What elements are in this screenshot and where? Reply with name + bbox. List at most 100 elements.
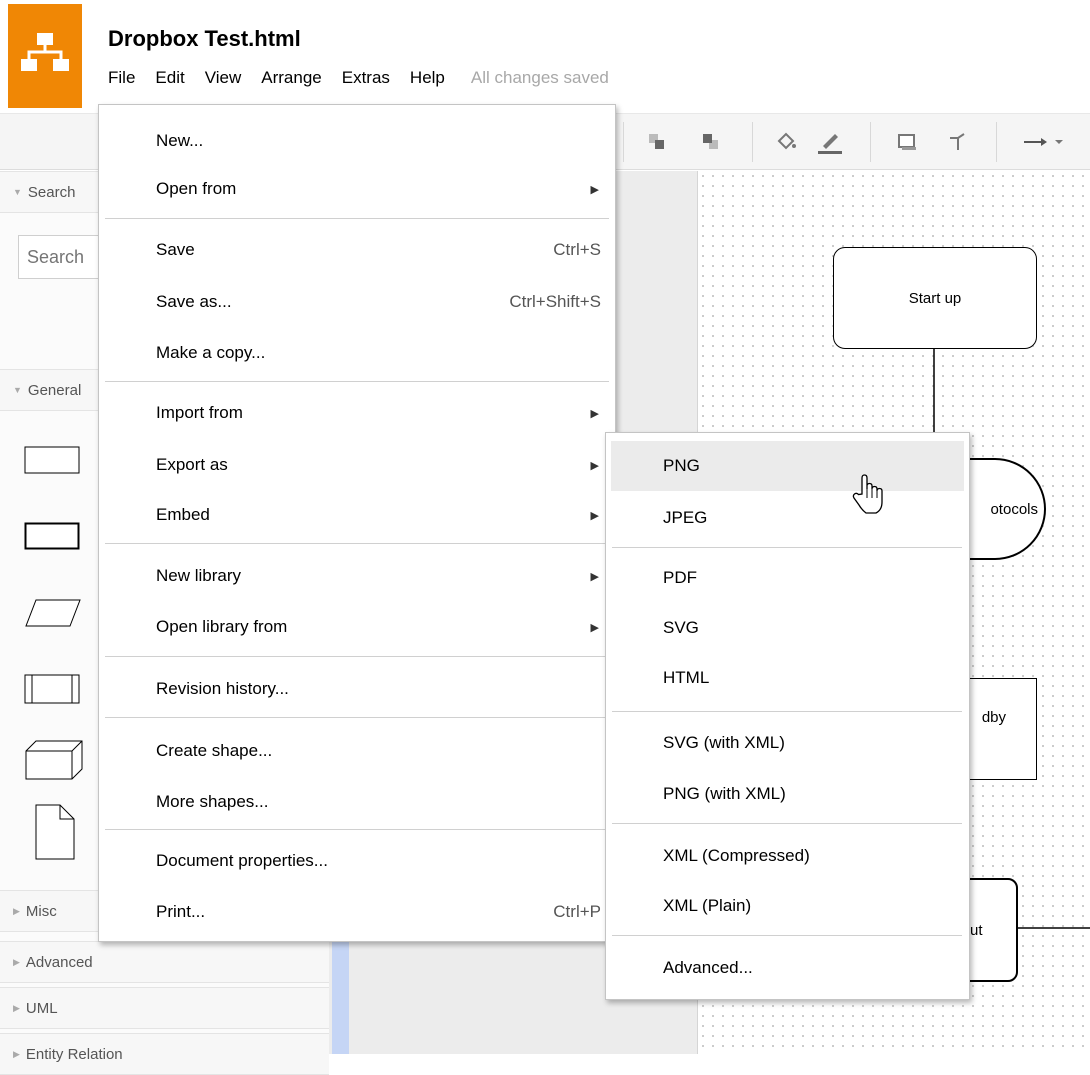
collapse-arrow-icon: ▼: [13, 187, 22, 197]
expand-arrow-icon: ▶: [13, 1002, 20, 1013]
menu-item-label: Save as...: [156, 292, 232, 311]
expand-arrow-icon: ▶: [13, 1048, 20, 1059]
sidebar-section-label: General: [27, 381, 82, 399]
menu-item-embed[interactable]: Embed ▶: [99, 495, 615, 535]
expand-arrow-icon: ▶: [13, 956, 20, 967]
export-svg[interactable]: SVG: [611, 603, 964, 653]
menu-item-label: Create shape...: [156, 741, 273, 760]
shortcut-label: Ctrl+S: [553, 240, 601, 259]
scrollbar-thumb[interactable]: [332, 941, 349, 1054]
line-color-icon[interactable]: [815, 128, 845, 156]
sidebar-section-label: Entity Relation: [25, 1045, 123, 1063]
menu-item-print[interactable]: Print... Ctrl+P: [99, 892, 615, 932]
menubar: File Edit View Arrange Extras Help All c…: [108, 68, 609, 94]
menu-item-label: XML (Compressed): [663, 846, 810, 865]
menu-item-create-shape[interactable]: Create shape...: [99, 731, 615, 771]
toolbar-separator: [870, 122, 871, 162]
collapse-arrow-icon: ▼: [13, 385, 22, 395]
sidebar-section-label: Advanced: [25, 953, 93, 971]
submenu-arrow-icon: ▶: [590, 183, 599, 196]
menu-item-label: Save: [156, 240, 195, 259]
menu-help[interactable]: Help: [410, 68, 445, 94]
waypoint-icon[interactable]: [943, 128, 973, 156]
toolbar-separator: [752, 122, 753, 162]
app-logo[interactable]: [8, 4, 82, 108]
menu-separator: [105, 829, 609, 830]
menu-item-label: PNG: [663, 456, 700, 475]
menu-item-save-as[interactable]: Save as... Ctrl+Shift+S: [99, 282, 615, 322]
menu-item-label: Embed: [156, 505, 210, 524]
file-menu: New... Open from ▶ Save Ctrl+S Save as... C…: [98, 104, 616, 942]
menu-file[interactable]: File: [108, 68, 135, 94]
menu-separator: [612, 935, 962, 936]
menu-item-label: SVG: [663, 618, 699, 637]
menu-item-label: JPEG: [663, 508, 708, 527]
submenu-arrow-icon: ▶: [590, 570, 599, 583]
shadow-icon[interactable]: [893, 128, 923, 156]
sidebar-section-uml[interactable]: ▶ UML: [0, 987, 329, 1029]
document-title[interactable]: Dropbox Test.html: [108, 26, 301, 52]
cube-shape-icon[interactable]: [24, 739, 86, 783]
menu-item-label: XML (Plain): [663, 896, 752, 915]
export-png-with-xml[interactable]: PNG (with XML): [611, 769, 964, 819]
menu-item-save[interactable]: Save Ctrl+S: [99, 230, 615, 270]
menu-arrange[interactable]: Arrange: [261, 68, 321, 94]
menu-item-label: More shapes...: [156, 792, 269, 811]
menu-item-label: HTML: [663, 668, 710, 687]
shortcut-label: Ctrl+P: [553, 902, 601, 921]
connection-arrow-icon[interactable]: [1016, 128, 1072, 156]
menu-item-new[interactable]: New...: [99, 121, 615, 161]
submenu-arrow-icon: ▶: [590, 509, 599, 522]
to-front-icon[interactable]: [642, 128, 672, 156]
export-html[interactable]: HTML: [611, 653, 964, 703]
export-svg-with-xml[interactable]: SVG (with XML): [611, 718, 964, 768]
fill-color-icon[interactable]: [771, 128, 801, 156]
menu-item-import-from[interactable]: Import from ▶: [99, 393, 615, 433]
export-xml-plain[interactable]: XML (Plain): [611, 881, 964, 931]
menu-separator: [612, 711, 962, 712]
parallelogram-shape-icon[interactable]: [24, 598, 84, 630]
menu-item-export-as[interactable]: Export as ▶: [99, 445, 615, 485]
menu-item-label: PDF: [663, 568, 697, 587]
menu-item-more-shapes[interactable]: More shapes...: [99, 782, 615, 822]
menu-item-document-properties[interactable]: Document properties...: [99, 841, 615, 881]
sidebar-section-entity-relation[interactable]: ▶ Entity Relation: [0, 1033, 329, 1075]
process-shape-icon[interactable]: [24, 674, 84, 706]
document-shape-icon[interactable]: [34, 803, 78, 863]
menu-separator: [105, 543, 609, 544]
menu-edit[interactable]: Edit: [155, 68, 184, 94]
menu-item-open-library-from[interactable]: Open library from ▶: [99, 607, 615, 647]
expand-arrow-icon: ▶: [13, 905, 20, 916]
shortcut-label: Ctrl+Shift+S: [509, 292, 601, 311]
menu-item-open-from[interactable]: Open from ▶: [99, 169, 615, 209]
export-advanced[interactable]: Advanced...: [611, 943, 964, 993]
export-pdf[interactable]: PDF: [611, 553, 964, 603]
submenu-arrow-icon: ▶: [590, 621, 599, 634]
menu-item-revision-history[interactable]: Revision history...: [99, 669, 615, 709]
sidebar-section-label: Misc: [25, 902, 57, 920]
sidebar-section-advanced[interactable]: ▶ Advanced: [0, 941, 329, 983]
menu-item-label: Import from: [156, 403, 243, 422]
toolbar-separator: [996, 122, 997, 162]
menu-view[interactable]: View: [205, 68, 242, 94]
node-label: otocols: [990, 500, 1038, 518]
rectangle-shape-icon[interactable]: [24, 446, 84, 476]
export-jpeg[interactable]: JPEG: [611, 493, 964, 543]
to-back-icon[interactable]: [696, 128, 726, 156]
menu-item-label: Export as: [156, 455, 228, 474]
export-xml-compressed[interactable]: XML (Compressed): [611, 831, 964, 881]
node-label: dby: [981, 709, 1006, 726]
toolbar-separator: [623, 122, 624, 162]
menu-item-label: New library: [156, 566, 242, 585]
diagram-node-start[interactable]: Start up: [833, 247, 1037, 349]
menu-separator: [105, 717, 609, 718]
menu-item-new-library[interactable]: New library ▶: [99, 556, 615, 596]
export-png[interactable]: PNG: [611, 441, 964, 491]
menu-item-label: SVG (with XML): [663, 733, 785, 752]
menu-item-make-copy[interactable]: Make a copy...: [99, 333, 615, 373]
rectangle-thick-shape-icon[interactable]: [24, 522, 84, 552]
save-status: All changes saved: [470, 68, 609, 87]
menu-extras[interactable]: Extras: [342, 68, 390, 94]
menu-item-label: Make a copy...: [156, 343, 266, 362]
sidebar-section-label: Search: [27, 183, 76, 201]
